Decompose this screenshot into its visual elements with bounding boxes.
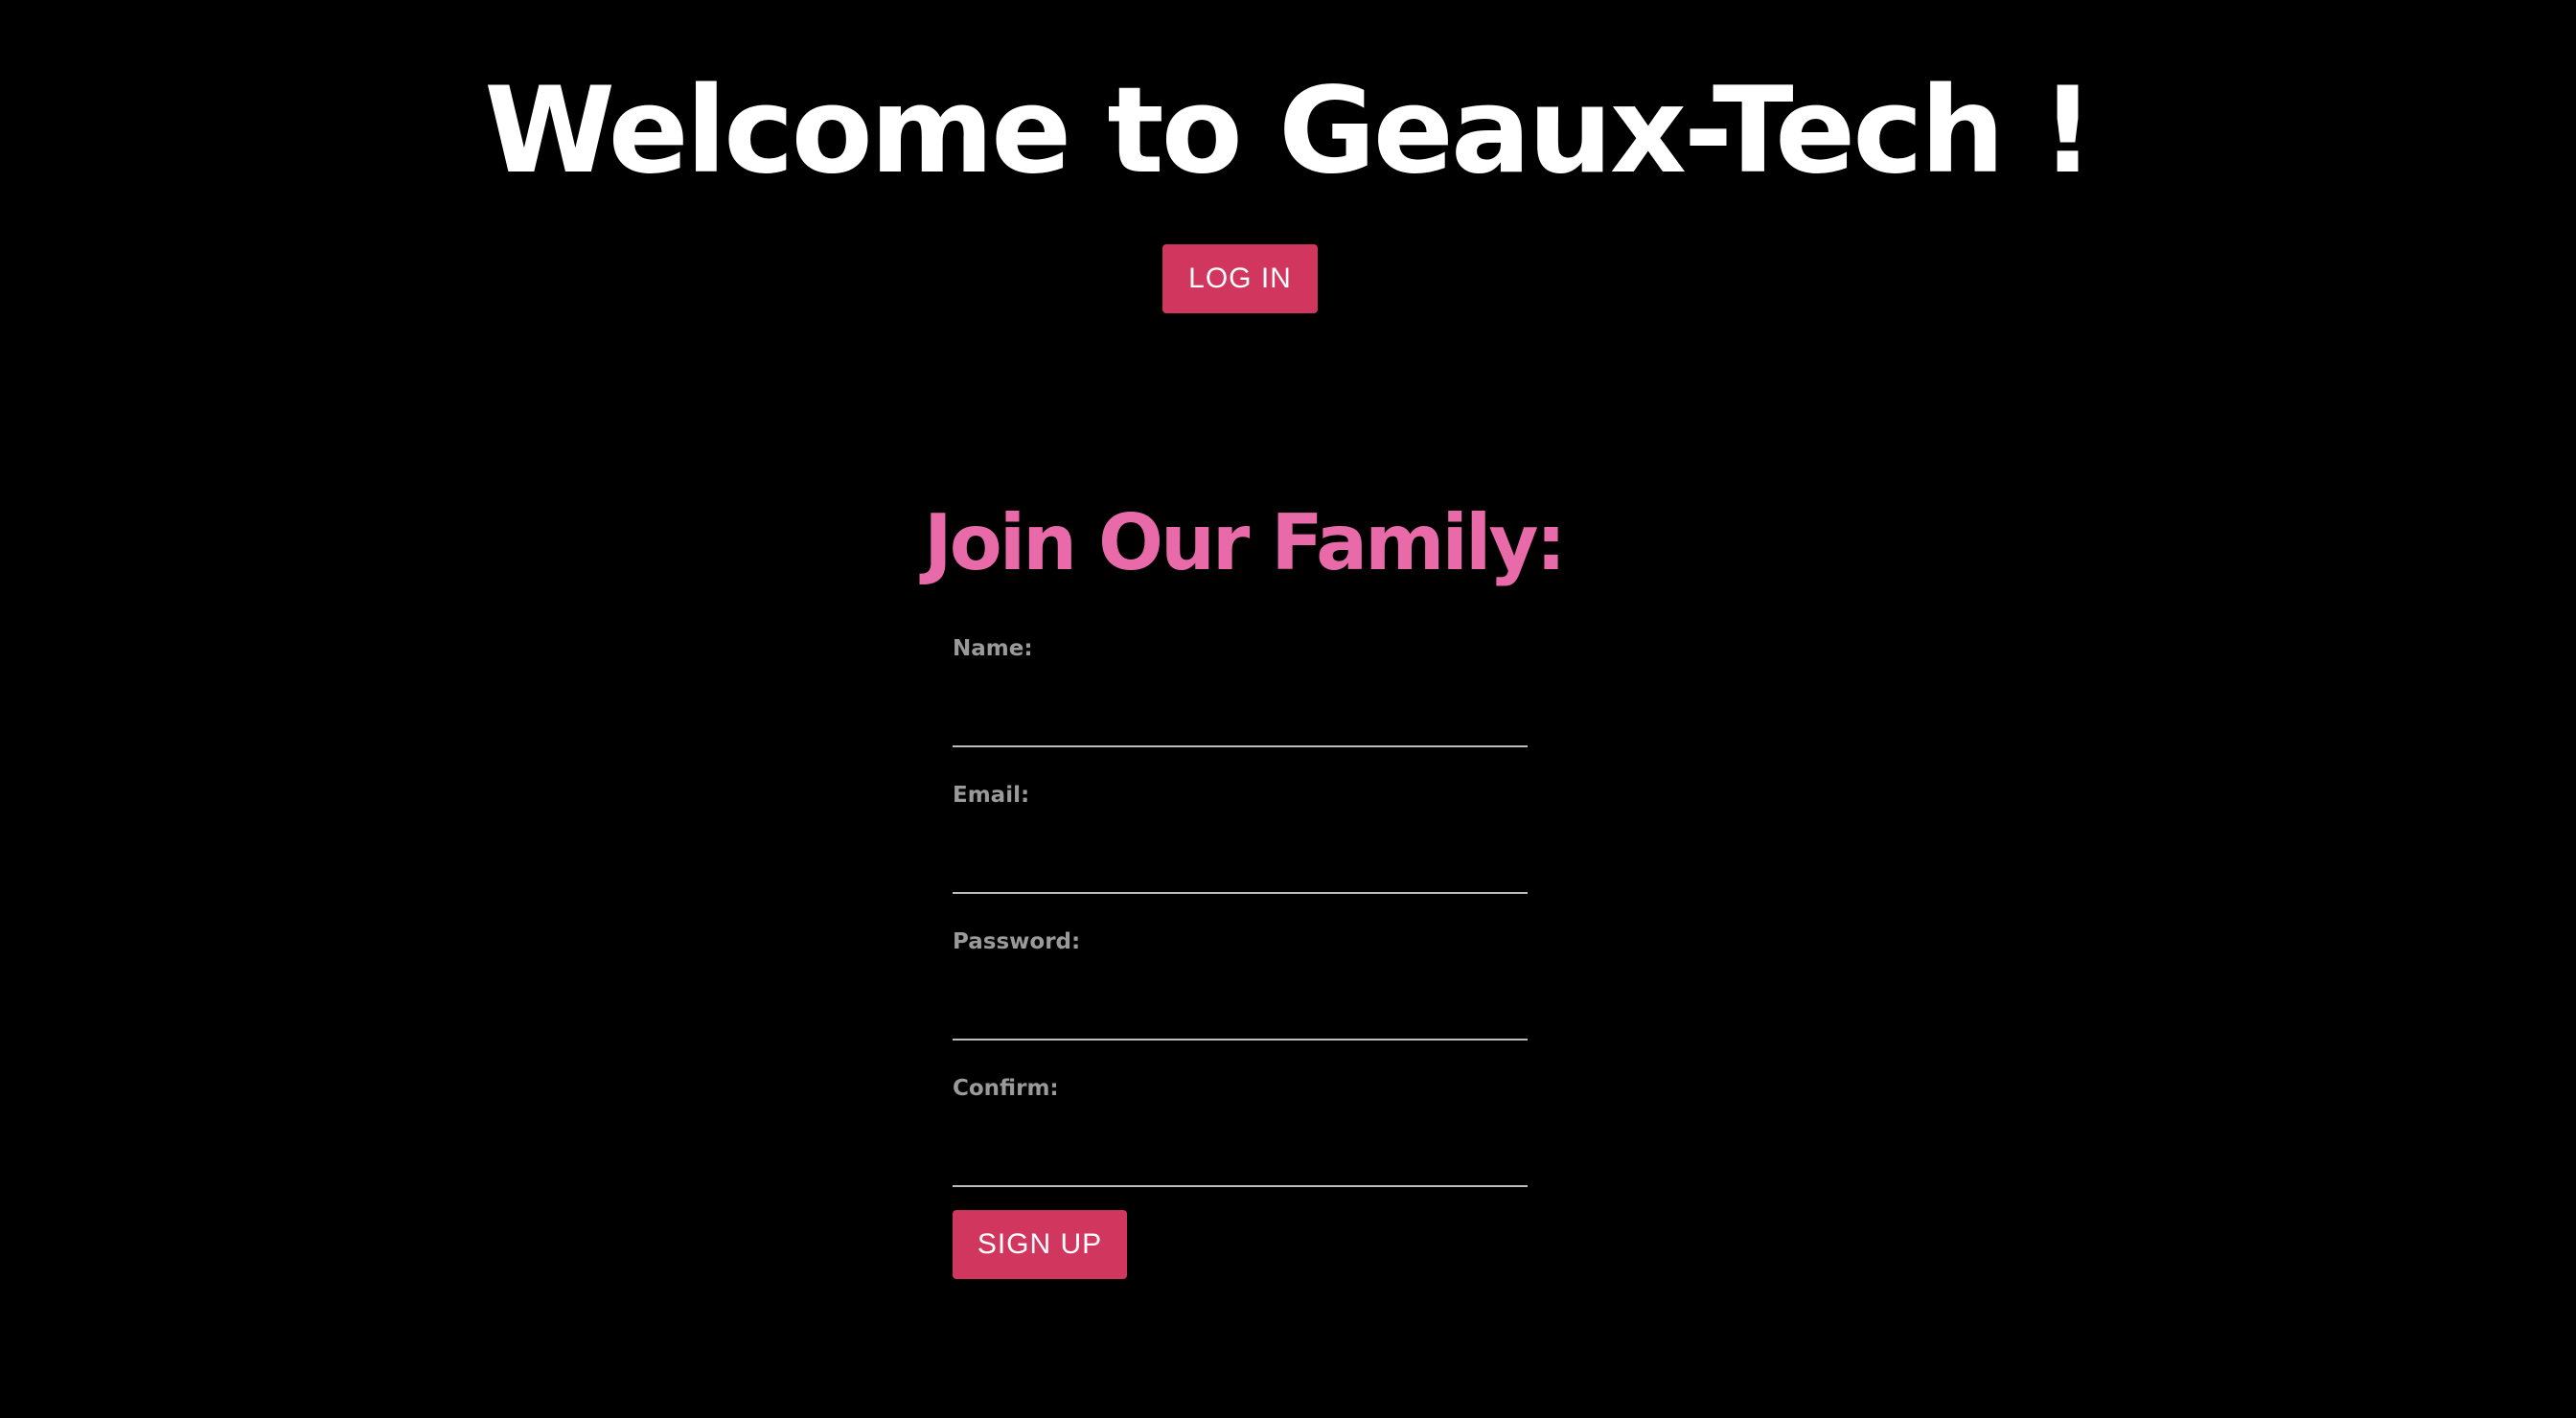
confirm-password-input[interactable] [953,1110,1528,1187]
name-label: Name: [953,636,1033,661]
login-button[interactable]: LOG IN [1162,244,1318,313]
password-input[interactable] [953,964,1528,1041]
email-label: Email: [953,783,1030,808]
confirm-password-label: Confirm: [953,1076,1059,1101]
password-label: Password: [953,929,1081,954]
signup-button[interactable]: SIGN UP [953,1210,1127,1279]
confirm-password-field-group: Confirm: [953,1074,1528,1193]
email-field-group: Email: [953,781,1528,900]
name-field-group: Name: [953,634,1528,753]
signup-form-title: Join Our Family: [924,498,1567,587]
password-field-group: Password: [953,927,1528,1046]
email-input[interactable] [953,817,1528,894]
page-title: Welcome to Geaux-Tech ! [484,62,2095,200]
name-input[interactable] [953,671,1528,747]
